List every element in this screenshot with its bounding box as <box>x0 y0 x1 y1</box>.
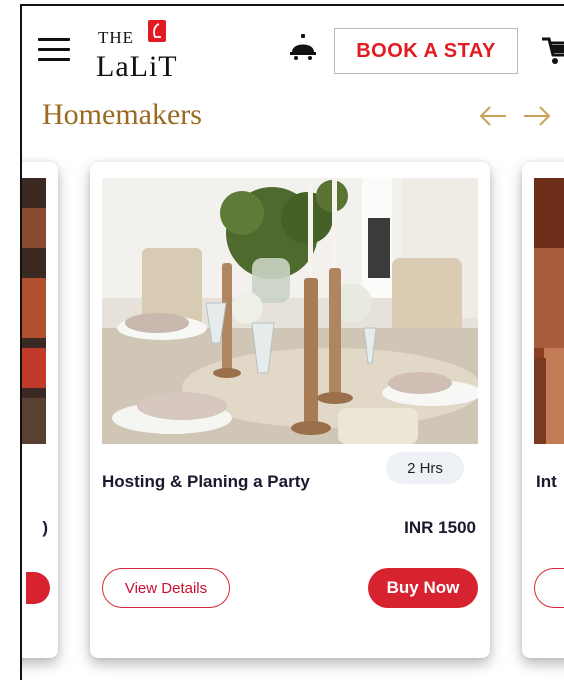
arrow-left-icon[interactable] <box>478 102 508 130</box>
logo-name-text: LaLiT <box>96 50 178 83</box>
duration-badge: 2 Hrs <box>386 452 464 484</box>
book-a-stay-button[interactable]: BOOK A STAY <box>334 28 518 74</box>
lalit-logo[interactable]: THE LaLiT <box>96 18 196 86</box>
view-details-button-fragment[interactable] <box>534 568 564 608</box>
menu-bar <box>38 38 70 41</box>
card-photo <box>534 178 564 444</box>
experience-card: 2 Hrs Hosting & Planing a Party INR 1500… <box>90 162 490 658</box>
carousel-arrows <box>478 102 552 130</box>
card-title: Hosting & Planing a Party <box>102 472 310 491</box>
card-price: INR 1500 <box>404 518 476 537</box>
arrow-right-icon[interactable] <box>522 102 552 130</box>
hamburger-menu-icon[interactable] <box>38 38 70 62</box>
logo-the-text: THE <box>98 28 135 47</box>
party-table-photo <box>102 178 478 444</box>
shopping-cart-icon[interactable] <box>542 36 564 66</box>
menu-bar <box>38 48 70 51</box>
menu-bar <box>38 58 70 61</box>
card-price-fragment: ) <box>42 518 48 537</box>
buy-now-button[interactable]: Buy Now <box>368 568 478 608</box>
card-title-fragment: Int <box>536 472 557 491</box>
page-frame: THE LaLiT BOOK A STAY Homemakers) 2 Hrs… <box>20 4 564 680</box>
card-photo <box>22 178 46 444</box>
logo-mark-icon <box>148 20 166 42</box>
site-header: THE LaLiT BOOK A STAY <box>22 6 564 94</box>
view-details-button[interactable]: View Details <box>102 568 230 608</box>
section-title: Homemakers <box>42 98 202 131</box>
room-service-bell-icon[interactable] <box>290 32 316 62</box>
experience-card-previous[interactable]: ) <box>22 162 58 658</box>
experience-card-next[interactable]: Int <box>522 162 564 658</box>
buy-now-button-fragment[interactable] <box>26 572 50 604</box>
